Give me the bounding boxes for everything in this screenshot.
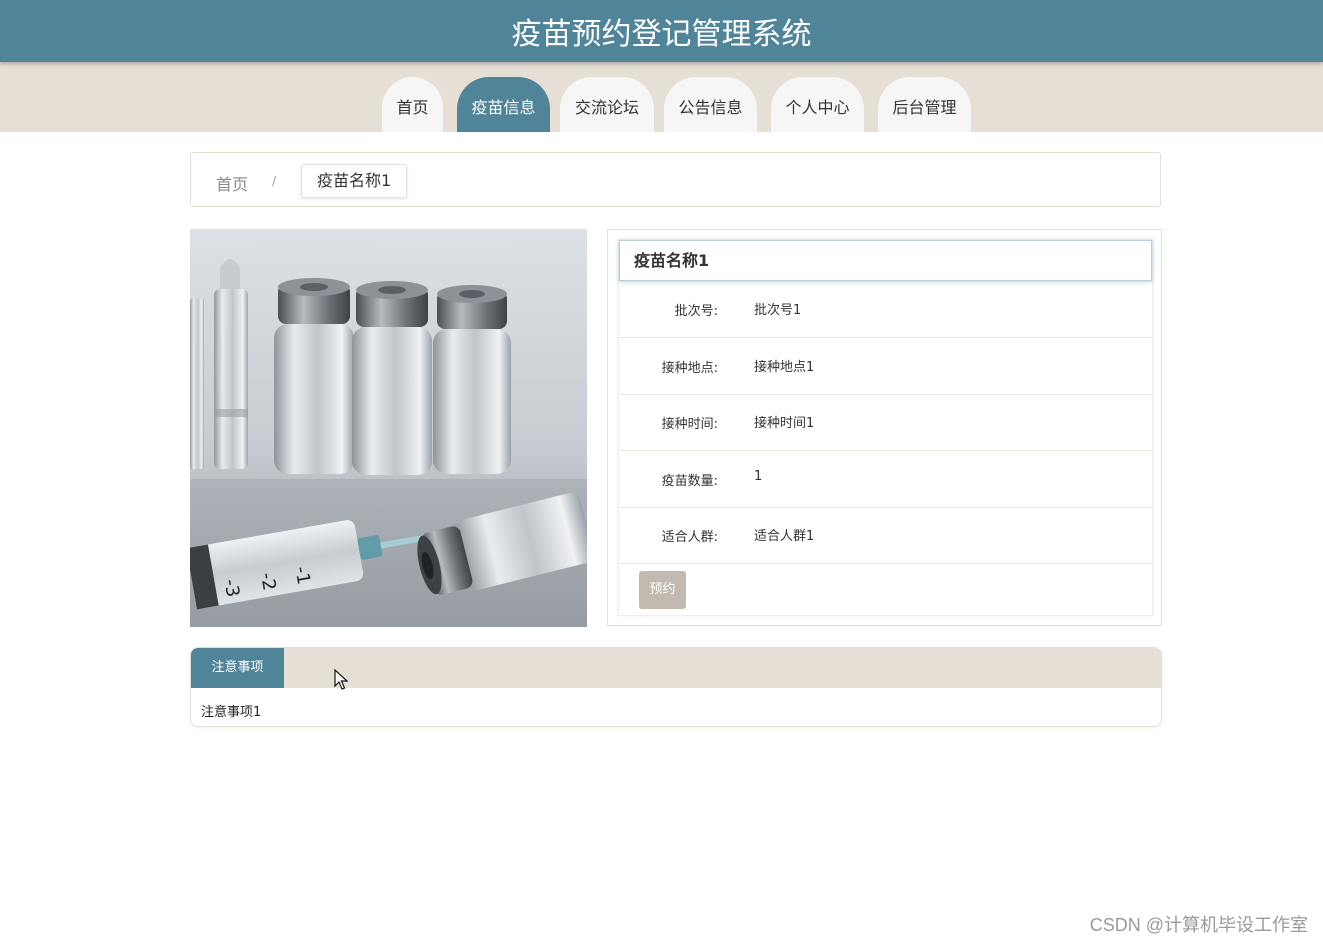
watermark: CSDN @计算机毕设工作室	[1089, 915, 1308, 935]
notes-content: 注意事项1	[201, 705, 262, 720]
detail-value: 接种地点1	[754, 360, 815, 375]
nav-item-label: 个人中心	[785, 98, 850, 117]
svg-text:-2: -2	[256, 571, 280, 592]
reserve-button[interactable]: 预约	[639, 571, 686, 609]
detail-card: 疫苗名称1 批次号: 批次号1 接种地点: 接种地点1 接种时间: 接种时间1 …	[618, 239, 1153, 616]
tab-notes[interactable]: 注意事项	[191, 648, 284, 688]
breadcrumb-home-link[interactable]: 首页	[216, 171, 248, 195]
app-header: 疫苗预约登记管理系统	[0, 0, 1323, 62]
detail-label: 接种时间:	[661, 417, 718, 432]
detail-value: 批次号1	[754, 303, 802, 318]
nav-item-announcements[interactable]: 公告信息	[664, 77, 757, 132]
svg-text:-1: -1	[290, 565, 314, 586]
main-nav: 首页 疫苗信息 交流论坛 公告信息 个人中心 后台管理	[0, 62, 1323, 132]
nav-item-vaccine-info[interactable]: 疫苗信息	[457, 77, 550, 132]
detail-panel: 疫苗名称1 批次号: 批次号1 接种地点: 接种地点1 接种时间: 接种时间1 …	[607, 229, 1162, 626]
nav-item-home[interactable]: 首页	[382, 77, 443, 132]
vaccine-image: -3 -2 -1	[190, 229, 587, 627]
detail-label: 接种地点:	[661, 361, 718, 376]
nav-item-admin[interactable]: 后台管理	[878, 77, 971, 132]
detail-label: 适合人群:	[661, 530, 718, 545]
mouse-cursor-icon	[334, 668, 349, 695]
nav-item-forum[interactable]: 交流论坛	[560, 77, 654, 132]
detail-value: 接种时间1	[754, 416, 815, 431]
detail-row-batch: 批次号: 批次号1	[619, 281, 1152, 338]
nav-item-label: 疫苗信息	[471, 98, 536, 117]
detail-row-quantity: 疫苗数量: 1	[619, 451, 1152, 508]
vaccine-name-title: 疫苗名称1	[619, 240, 1152, 281]
detail-value: 1	[754, 469, 763, 484]
detail-value: 适合人群1	[754, 529, 815, 544]
nav-item-personal-center[interactable]: 个人中心	[771, 77, 864, 132]
detail-row-target-group: 适合人群: 适合人群1	[619, 507, 1152, 564]
detail-label: 疫苗数量:	[661, 474, 718, 489]
detail-label: 批次号:	[674, 304, 718, 319]
app-title: 疫苗预约登记管理系统	[511, 17, 812, 52]
breadcrumb: 首页 / 疫苗名称1	[190, 152, 1161, 207]
nav-item-label: 公告信息	[678, 98, 743, 117]
nav-item-label: 后台管理	[892, 98, 957, 117]
nav-item-label: 首页	[396, 98, 429, 117]
svg-text:-3: -3	[219, 577, 243, 598]
breadcrumb-separator: /	[272, 174, 277, 188]
detail-row-time: 接种时间: 接种时间1	[619, 394, 1152, 451]
nav-item-label: 交流论坛	[574, 98, 639, 117]
breadcrumb-current: 疫苗名称1	[301, 164, 408, 198]
detail-row-location: 接种地点: 接种地点1	[619, 338, 1152, 395]
